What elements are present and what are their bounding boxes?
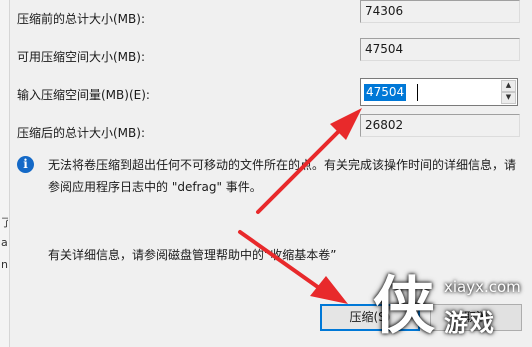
watermark-logo: 侠 [372, 269, 435, 342]
watermark-name: 游戏 [444, 309, 496, 337]
annotation-arrow-1-shaft [256, 122, 348, 214]
annotation-arrow-2-shaft [238, 230, 324, 292]
annotation-arrow-2-head [310, 276, 348, 304]
watermark-domain: xiayx.com [444, 278, 521, 296]
